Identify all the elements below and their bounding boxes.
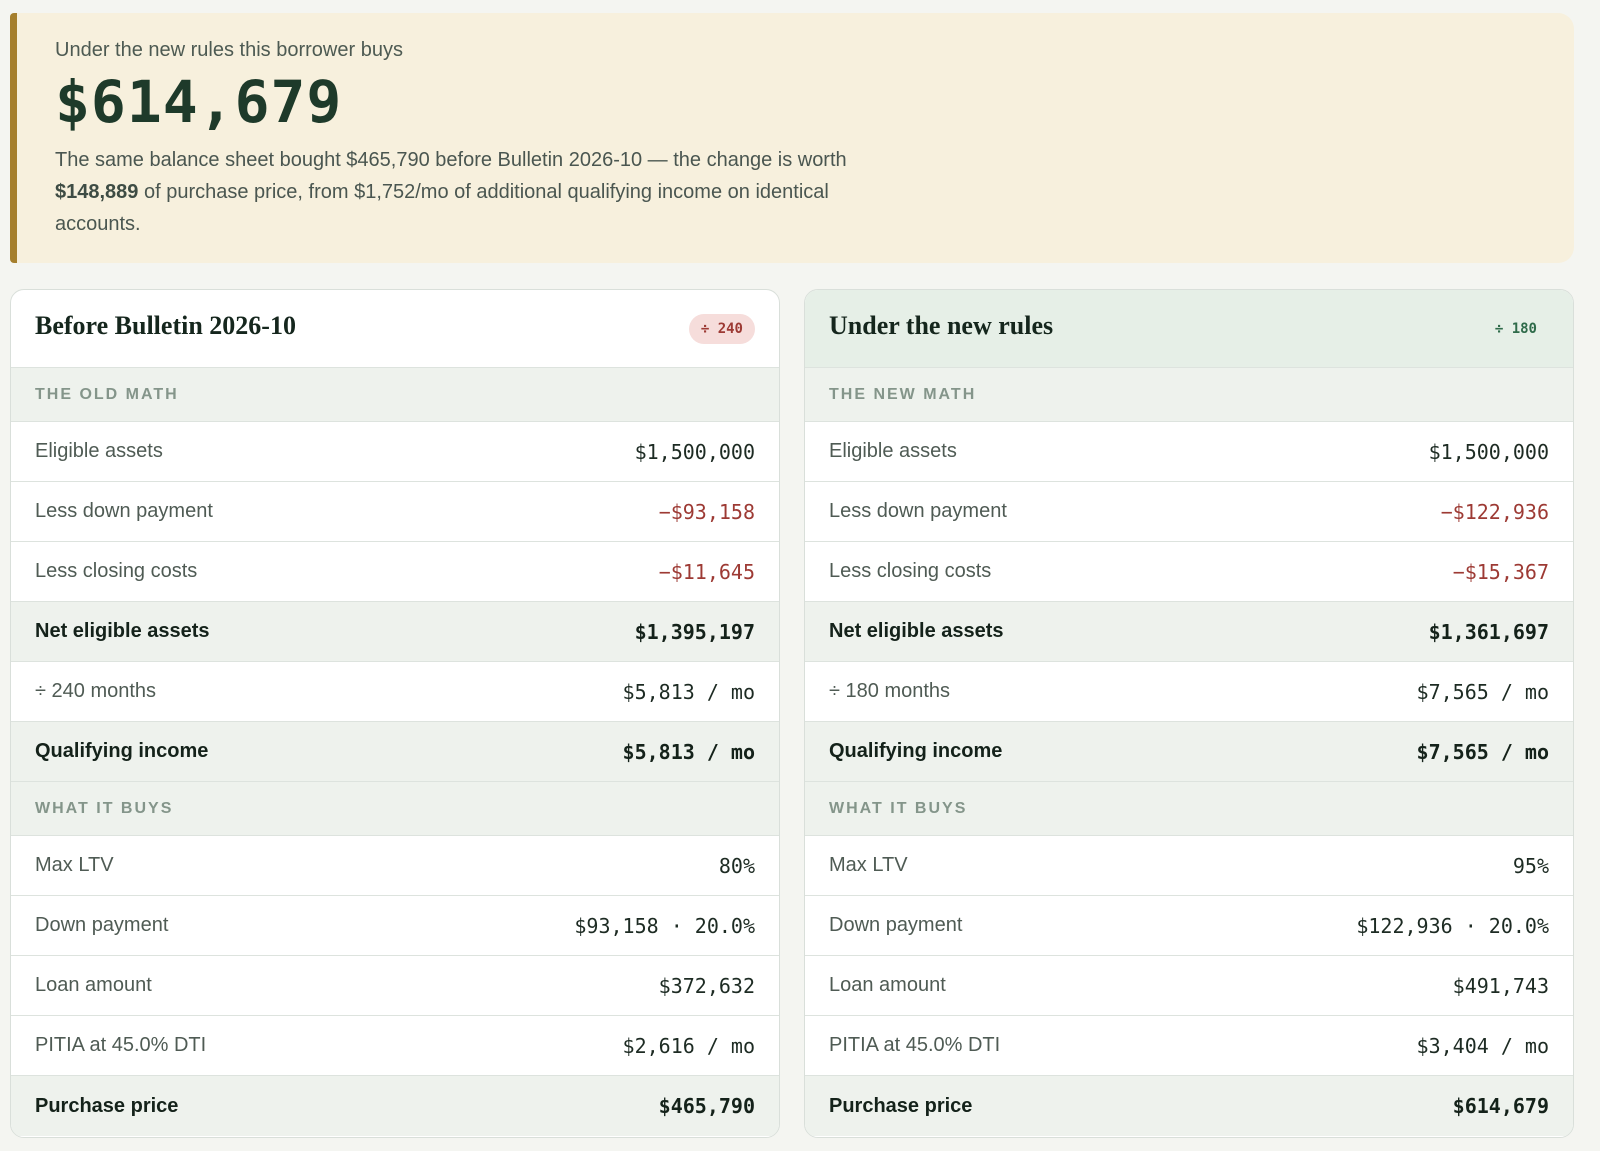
before-row-pitia: PITIA at 45.0% DTI $2,616 / mo — [11, 1016, 779, 1076]
before-panel-header: Before Bulletin 2026-10 ÷ 240 — [11, 290, 779, 368]
after-panel-title: Under the new rules — [829, 310, 1054, 340]
before-row-net-assets: Net eligible assets $1,395,197 — [11, 602, 779, 662]
row-value: $1,500,000 — [634, 439, 755, 464]
before-row-eligible-assets: Eligible assets $1,500,000 — [11, 422, 779, 482]
summary-desc-part-2: of purchase price, from $1,752/mo of add… — [55, 181, 829, 235]
row-value: $2,616 / mo — [622, 1033, 755, 1058]
row-value: $372,632 — [658, 973, 755, 998]
before-row-down-payment: Less down payment −$93,158 — [11, 482, 779, 542]
row-label: Less down payment — [35, 500, 213, 522]
row-label: Less closing costs — [829, 560, 992, 582]
summary-kicker: Under the new rules this borrower buys — [55, 39, 403, 61]
row-value: $93,158 · 20.0% — [574, 913, 755, 938]
row-label: Less down payment — [829, 500, 1007, 522]
after-divisor-badge: ÷ 180 — [1494, 320, 1537, 337]
row-label: Purchase price — [35, 1094, 179, 1117]
summary-description: The same balance sheet bought $465,790 b… — [55, 144, 855, 240]
row-label: Loan amount — [829, 974, 946, 996]
after-row-purchase-price: Purchase price $614,679 — [805, 1076, 1573, 1136]
row-label: Purchase price — [829, 1094, 973, 1117]
row-value: $614,679 — [1452, 1094, 1549, 1118]
row-label: Max LTV — [35, 854, 114, 876]
before-row-max-ltv: Max LTV 80% — [11, 836, 779, 896]
row-value: $1,361,697 — [1428, 619, 1549, 644]
after-panel-header: Under the new rules ÷ 180 — [805, 290, 1573, 368]
row-label: PITIA at 45.0% DTI — [35, 1034, 207, 1056]
row-label: Eligible assets — [829, 440, 957, 462]
after-section-buys: WHAT IT BUYS — [805, 782, 1573, 836]
row-label: Qualifying income — [829, 740, 1003, 762]
row-label: Max LTV — [829, 854, 908, 876]
row-value: 80% — [718, 853, 755, 878]
row-value: $7,565 / mo — [1416, 739, 1549, 764]
row-label: PITIA at 45.0% DTI — [829, 1034, 1001, 1056]
before-row-closing-costs: Less closing costs −$11,645 — [11, 542, 779, 602]
row-value: $5,813 / mo — [622, 679, 755, 704]
after-row-max-ltv: Max LTV 95% — [805, 836, 1573, 896]
row-label: Less closing costs — [35, 560, 198, 582]
before-section-math: THE OLD MATH — [11, 368, 779, 422]
after-row-loan-amount: Loan amount $491,743 — [805, 956, 1573, 1016]
row-value: $1,395,197 — [634, 619, 755, 644]
row-label: Net eligible assets — [35, 620, 210, 642]
row-label: Down payment — [829, 914, 963, 936]
row-label: Eligible assets — [35, 440, 163, 462]
summary-desc-part-1: The same balance sheet bought $465,790 b… — [55, 149, 847, 171]
row-value: −$15,367 — [1452, 559, 1549, 584]
after-row-eligible-assets: Eligible assets $1,500,000 — [805, 422, 1573, 482]
row-label: ÷ 240 months — [35, 680, 157, 702]
row-value: $491,743 — [1452, 973, 1549, 998]
summary-callout: Under the new rules this borrower buys $… — [10, 13, 1574, 263]
before-row-purchase-price: Purchase price $465,790 — [11, 1076, 779, 1136]
summary-purchase-price: $614,679 — [55, 68, 343, 136]
row-label: Loan amount — [35, 974, 152, 996]
row-value: $3,404 / mo — [1416, 1033, 1549, 1058]
before-section-buys: WHAT IT BUYS — [11, 782, 779, 836]
after-row-down-payment-pct: Down payment $122,936 · 20.0% — [805, 896, 1573, 956]
after-panel: Under the new rules ÷ 180 THE NEW MATH E… — [804, 289, 1574, 1138]
after-section-math: THE NEW MATH — [805, 368, 1573, 422]
row-value: $1,500,000 — [1428, 439, 1549, 464]
row-value: $7,565 / mo — [1416, 679, 1549, 704]
after-row-closing-costs: Less closing costs −$15,367 — [805, 542, 1573, 602]
before-row-down-payment-pct: Down payment $93,158 · 20.0% — [11, 896, 779, 956]
row-label: Net eligible assets — [829, 620, 1004, 642]
row-label: Down payment — [35, 914, 169, 936]
before-row-loan-amount: Loan amount $372,632 — [11, 956, 779, 1016]
before-row-qualifying-income: Qualifying income $5,813 / mo — [11, 722, 779, 782]
row-value: $5,813 / mo — [622, 739, 755, 764]
row-value: 95% — [1512, 853, 1549, 878]
before-panel-title: Before Bulletin 2026-10 — [35, 310, 296, 340]
after-row-down-payment: Less down payment −$122,936 — [805, 482, 1573, 542]
after-row-qualifying-income: Qualifying income $7,565 / mo — [805, 722, 1573, 782]
after-row-pitia: PITIA at 45.0% DTI $3,404 / mo — [805, 1016, 1573, 1076]
summary-difference: $148,889 — [55, 181, 139, 203]
after-row-net-assets: Net eligible assets $1,361,697 — [805, 602, 1573, 662]
before-panel: Before Bulletin 2026-10 ÷ 240 THE OLD MA… — [10, 289, 780, 1138]
row-value: −$11,645 — [658, 559, 755, 584]
before-row-divisor: ÷ 240 months $5,813 / mo — [11, 662, 779, 722]
row-value: −$93,158 — [658, 499, 755, 524]
row-value: $122,936 · 20.0% — [1356, 913, 1549, 938]
after-row-divisor: ÷ 180 months $7,565 / mo — [805, 662, 1573, 722]
row-value: $465,790 — [658, 1094, 755, 1118]
row-label: ÷ 180 months — [829, 680, 951, 702]
row-label: Qualifying income — [35, 740, 209, 762]
row-value: −$122,936 — [1440, 499, 1549, 524]
before-divisor-badge: ÷ 240 — [688, 313, 755, 344]
